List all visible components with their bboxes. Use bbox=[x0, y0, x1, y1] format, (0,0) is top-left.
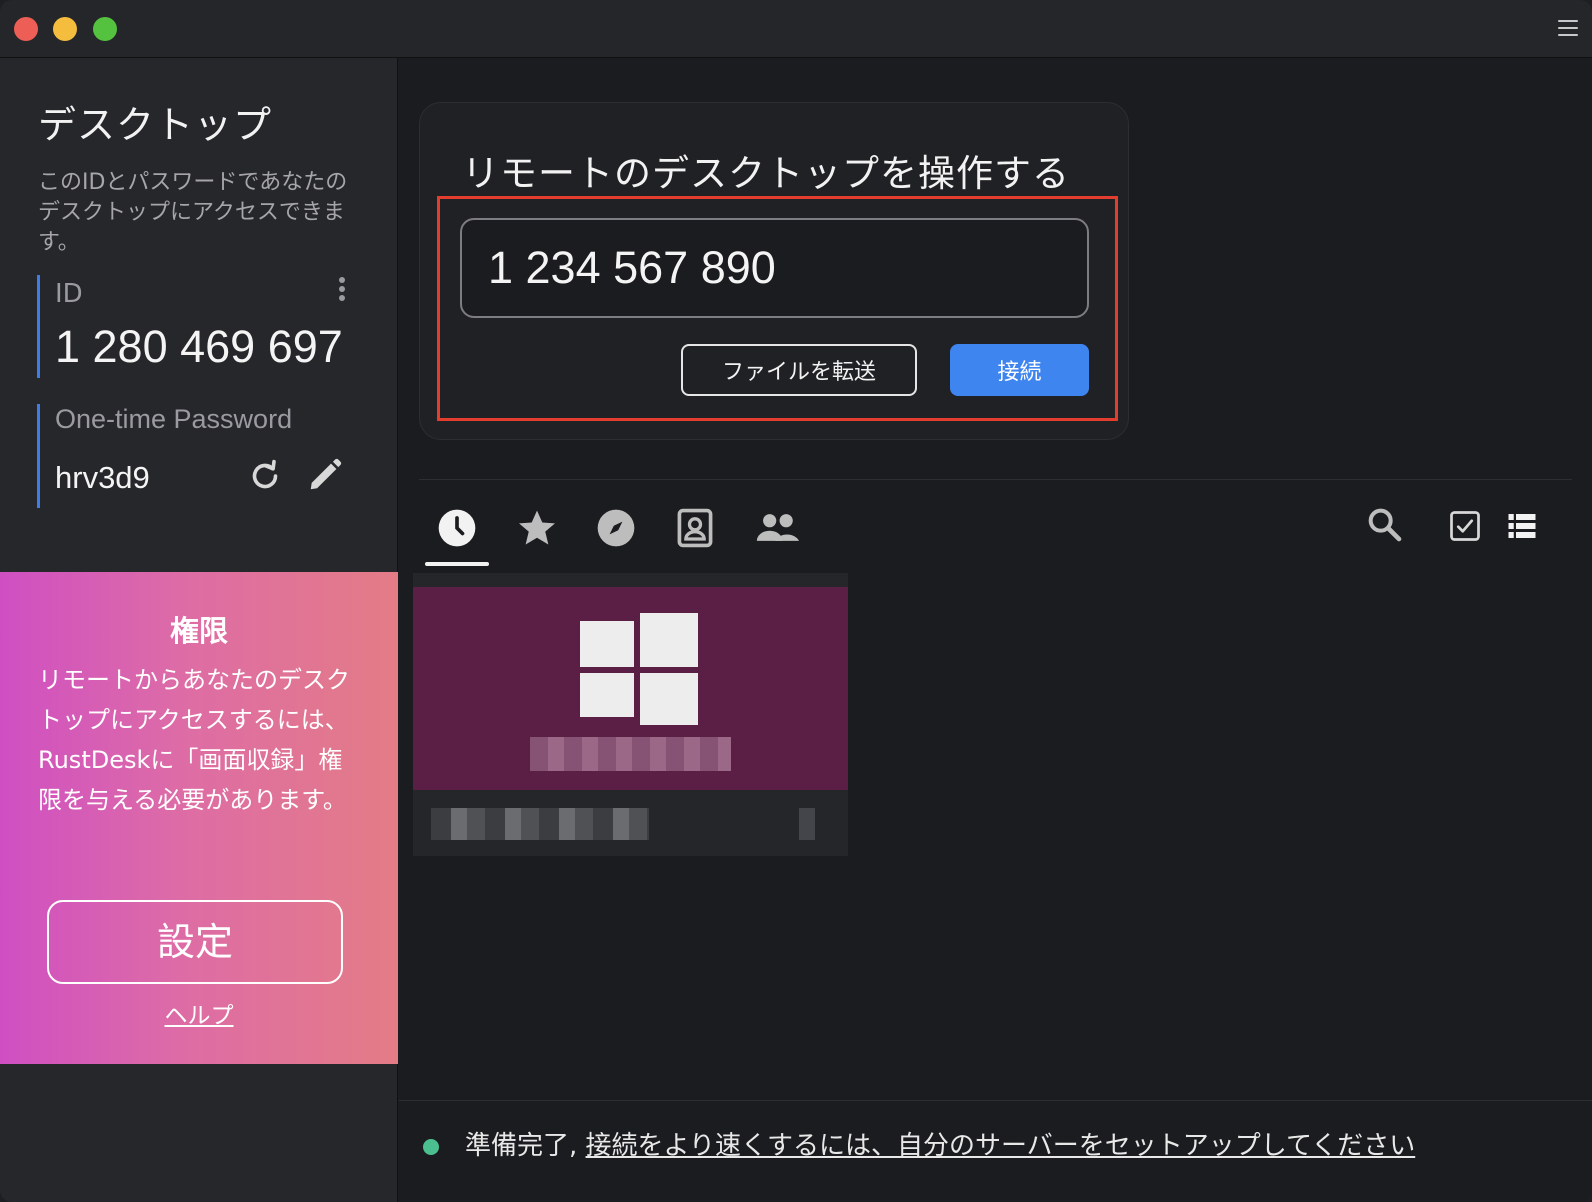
password-value[interactable]: hrv3d9 bbox=[55, 460, 150, 496]
refresh-icon[interactable] bbox=[247, 458, 283, 494]
status-ready-text: 準備完了, bbox=[465, 1131, 578, 1161]
sidebar: デスクトップ このIDとパスワードであなたのデスクトップにアクセスできます。 I… bbox=[0, 58, 398, 1202]
setup-server-link[interactable]: 接続をより速くするには、自分のサーバーをセットアップしてください bbox=[586, 1131, 1416, 1161]
sidebar-title: デスクトップ bbox=[38, 103, 273, 147]
list-view-icon[interactable] bbox=[1503, 508, 1541, 544]
remote-id-input[interactable]: 1 234 567 890 bbox=[460, 218, 1089, 318]
address-book-icon bbox=[677, 508, 713, 548]
peer-thumbnail bbox=[413, 587, 848, 790]
status-text: 準備完了, 接続をより速くするには、自分のサーバーをセットアップしてください bbox=[465, 1125, 1415, 1162]
tab-discovered[interactable] bbox=[584, 504, 646, 562]
group-icon bbox=[756, 514, 799, 541]
search-icon[interactable] bbox=[1364, 504, 1404, 544]
main-panel: リモートのデスクトップを操作する 1 234 567 890 ファイルを転送 接… bbox=[399, 58, 1592, 1202]
minimize-window-button[interactable] bbox=[53, 17, 77, 41]
divider bbox=[419, 479, 1572, 480]
file-transfer-button[interactable]: ファイルを転送 bbox=[681, 344, 917, 396]
title-bar bbox=[0, 0, 1592, 58]
peer-card[interactable] bbox=[413, 573, 848, 856]
zoom-window-button[interactable] bbox=[93, 17, 117, 41]
more-options-icon[interactable] bbox=[337, 277, 347, 307]
peer-id-blurred bbox=[431, 808, 649, 840]
tab-favorites[interactable] bbox=[505, 504, 567, 562]
checkbox-select-icon[interactable] bbox=[1447, 508, 1483, 544]
app-window: デスクトップ このIDとパスワードであなたのデスクトップにアクセスできます。 I… bbox=[0, 0, 1592, 1202]
compass-icon bbox=[597, 509, 635, 547]
id-label: ID bbox=[55, 279, 83, 309]
password-block: One-time Password hrv3d9 bbox=[37, 404, 367, 508]
tab-address-book[interactable] bbox=[663, 504, 725, 562]
permission-title: 権限 bbox=[169, 614, 228, 648]
my-id-value[interactable]: 1 280 469 697 bbox=[55, 321, 343, 373]
password-label: One-time Password bbox=[55, 404, 293, 434]
status-online-icon bbox=[423, 1139, 439, 1155]
settings-button[interactable]: 設定 bbox=[47, 900, 343, 984]
clock-icon bbox=[438, 509, 476, 547]
close-window-button[interactable] bbox=[14, 17, 38, 41]
permission-text: リモートからあなたのデスクトップにアクセスするには、RustDeskに「画面収録… bbox=[38, 666, 350, 814]
connect-title: リモートのデスクトップを操作する bbox=[462, 152, 1070, 195]
star-icon bbox=[519, 510, 555, 545]
peer-menu-blurred[interactable] bbox=[799, 808, 815, 840]
id-block: ID 1 280 469 697 bbox=[37, 275, 367, 378]
connect-button[interactable]: 接続 bbox=[950, 344, 1089, 396]
tab-group[interactable] bbox=[742, 504, 804, 562]
status-bar: 準備完了, 接続をより速くするには、自分のサーバーをセットアップしてください bbox=[399, 1100, 1592, 1202]
tab-recent[interactable] bbox=[425, 504, 489, 566]
windows-logo-icon bbox=[580, 607, 698, 725]
sidebar-description: このIDとパスワードであなたのデスクトップにアクセスできます。 bbox=[38, 170, 348, 255]
hamburger-menu-icon[interactable] bbox=[1558, 20, 1578, 36]
help-link[interactable]: ヘルプ bbox=[0, 996, 398, 1030]
permission-card: 権限 リモートからあなたのデスクトップにアクセスするには、RustDeskに「画… bbox=[0, 572, 398, 1064]
pencil-icon[interactable] bbox=[306, 456, 344, 494]
peer-hostname-blurred bbox=[530, 737, 731, 771]
